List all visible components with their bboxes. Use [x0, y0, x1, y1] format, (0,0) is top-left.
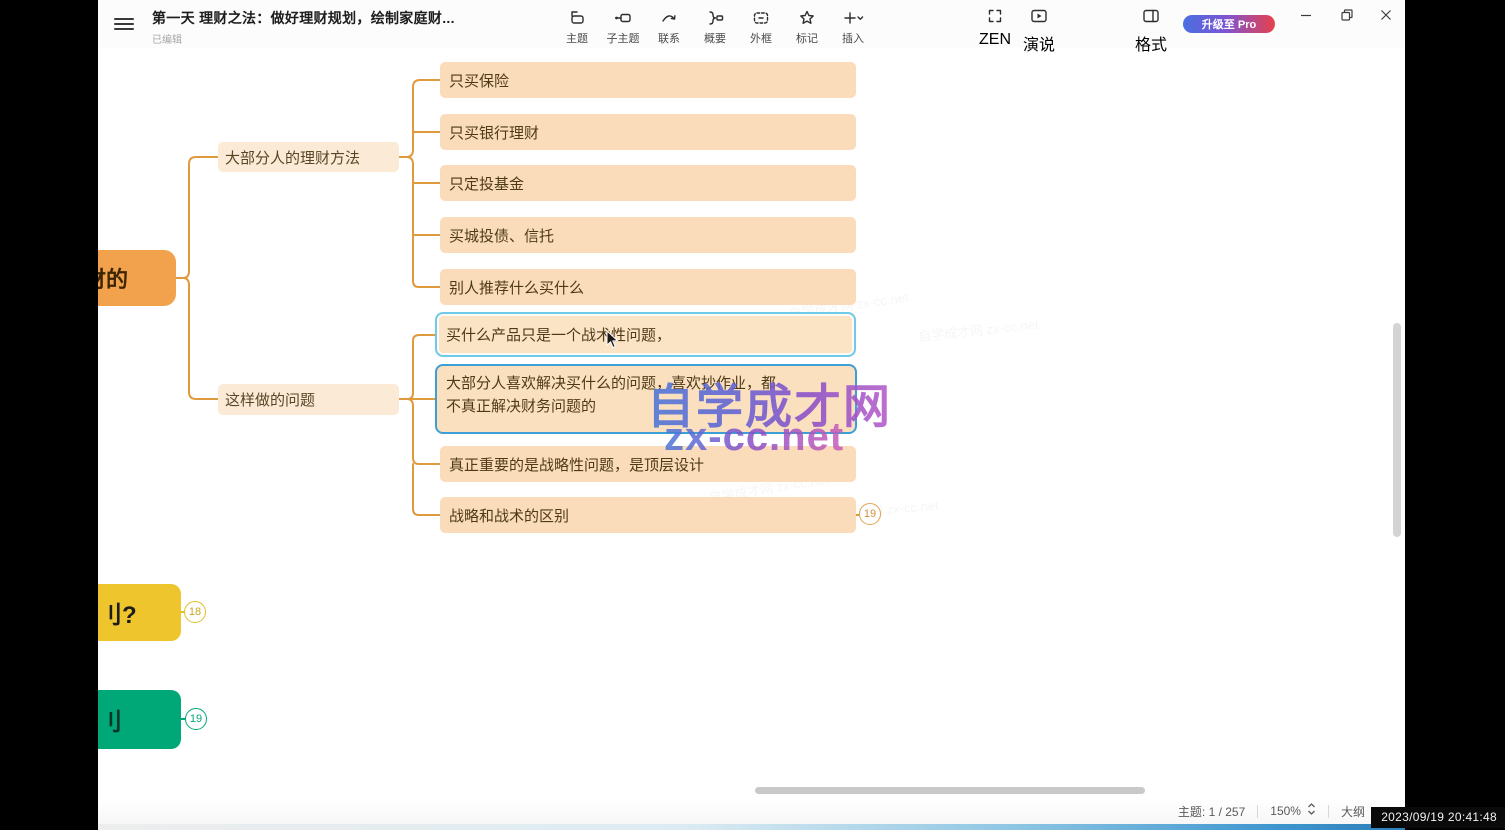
- vertical-scrollbar[interactable]: [1393, 323, 1401, 537]
- leaf-node[interactable]: 买城投债、信托: [440, 217, 856, 253]
- marker-label: 标记: [796, 30, 818, 46]
- zoom-control[interactable]: 150%: [1270, 802, 1316, 821]
- boundary-icon: [751, 8, 771, 28]
- leaf-node[interactable]: 别人推荐什么买什么: [440, 269, 856, 305]
- insert-icon: [841, 8, 865, 28]
- leaf-node[interactable]: 战略和战术的区别: [440, 497, 856, 533]
- collapsed-count-badge[interactable]: 19: [859, 503, 881, 525]
- divider: [1257, 805, 1258, 818]
- relationship-label: 联系: [658, 30, 680, 46]
- format-label: 格式: [1135, 31, 1167, 55]
- zen-button[interactable]: ZEN: [973, 6, 1017, 49]
- mindmap-canvas[interactable]: 自学成才网 zx-cc.net 自学成才网 zx-cc.net 自学成才网 zx…: [98, 0, 1405, 830]
- topic-label: 主题: [566, 30, 588, 46]
- root-topic-node[interactable]: 财的: [98, 250, 176, 306]
- ghost-watermark: 自学成才网 zx-cc.net: [917, 314, 1039, 346]
- menu-icon[interactable]: [114, 15, 134, 31]
- collapsed-count-badge[interactable]: 18: [184, 601, 206, 623]
- subtopic-button[interactable]: 子主题: [602, 6, 644, 48]
- zen-icon: [985, 6, 1005, 31]
- document-title: 第一天 理财之法：做好理财规划，绘制家庭财...: [152, 8, 455, 28]
- zoom-stepper-icon[interactable]: [1307, 802, 1316, 821]
- leaf-node[interactable]: 只买银行理财: [440, 114, 856, 150]
- summary-icon: [705, 8, 725, 28]
- format-button[interactable]: 格式: [1129, 6, 1173, 55]
- screen: 自学成才网 zx-cc.net 自学成才网 zx-cc.net 自学成才网 zx…: [0, 0, 1505, 830]
- leaf-node[interactable]: 只买保险: [440, 62, 856, 98]
- topic-counter: 主题: 1 / 257: [1178, 803, 1245, 820]
- divider: [1328, 805, 1329, 818]
- green-topic-node[interactable]: 刂: [98, 690, 181, 749]
- present-button[interactable]: 演说: [1017, 6, 1061, 55]
- video-timestamp: 2023/09/19 20:41:48: [1371, 807, 1505, 828]
- leaf-node[interactable]: 只定投基金: [440, 165, 856, 201]
- main-toolbar: 主题 子主题 联系 概: [556, 6, 874, 48]
- yellow-topic-node[interactable]: 刂?: [98, 584, 181, 641]
- boundary-label: 外框: [750, 30, 772, 46]
- title-bar: 第一天 理财之法：做好理财规划，绘制家庭财... 已编辑 主题 子主题: [98, 0, 1405, 48]
- format-icon: [1141, 6, 1161, 31]
- status-bar: 主题: 1 / 257 150% 大纲: [98, 798, 1405, 824]
- app-window: 自学成才网 zx-cc.net 自学成才网 zx-cc.net 自学成才网 zx…: [98, 0, 1405, 830]
- close-button[interactable]: [1369, 2, 1403, 28]
- branch-node-methods[interactable]: 大部分人的理财方法: [218, 142, 399, 172]
- present-label: 演说: [1023, 31, 1055, 55]
- bottom-gradient-strip: [98, 824, 1405, 830]
- insert-button[interactable]: 插入: [832, 6, 874, 48]
- topic-icon: [567, 8, 587, 28]
- minimize-button[interactable]: [1289, 2, 1323, 28]
- relationship-icon: [659, 8, 679, 28]
- collapsed-count-badge[interactable]: 19: [185, 708, 207, 730]
- marker-button[interactable]: 标记: [786, 6, 828, 48]
- subtopic-label: 子主题: [607, 30, 640, 46]
- restore-button[interactable]: [1330, 2, 1364, 28]
- insert-label: 插入: [842, 30, 864, 46]
- boundary-button[interactable]: 外框: [740, 6, 782, 48]
- leaf-node-selected[interactable]: 大部分人喜欢解决买什么的问题，喜欢抄作业，都不真正解决财务问题的: [435, 364, 857, 434]
- summary-button[interactable]: 概要: [694, 6, 736, 48]
- zen-label: ZEN: [979, 31, 1011, 49]
- marker-icon: [797, 8, 817, 28]
- horizontal-scrollbar[interactable]: [755, 787, 1145, 794]
- present-icon: [1029, 6, 1049, 31]
- leaf-node-selected[interactable]: 买什么产品只是一个战术性问题，: [435, 312, 856, 357]
- subtopic-icon: [613, 8, 633, 28]
- topic-button[interactable]: 主题: [556, 6, 598, 48]
- zoom-level: 150%: [1270, 804, 1301, 818]
- summary-label: 概要: [704, 30, 726, 46]
- outline-button[interactable]: 大纲: [1341, 803, 1365, 820]
- branch-node-problems[interactable]: 这样做的问题: [218, 384, 399, 415]
- relationship-button[interactable]: 联系: [648, 6, 690, 48]
- edited-status: 已编辑: [152, 31, 455, 46]
- upgrade-pro-button[interactable]: 升级至 Pro: [1183, 15, 1275, 33]
- leaf-node[interactable]: 真正重要的是战略性问题，是顶层设计: [440, 446, 856, 482]
